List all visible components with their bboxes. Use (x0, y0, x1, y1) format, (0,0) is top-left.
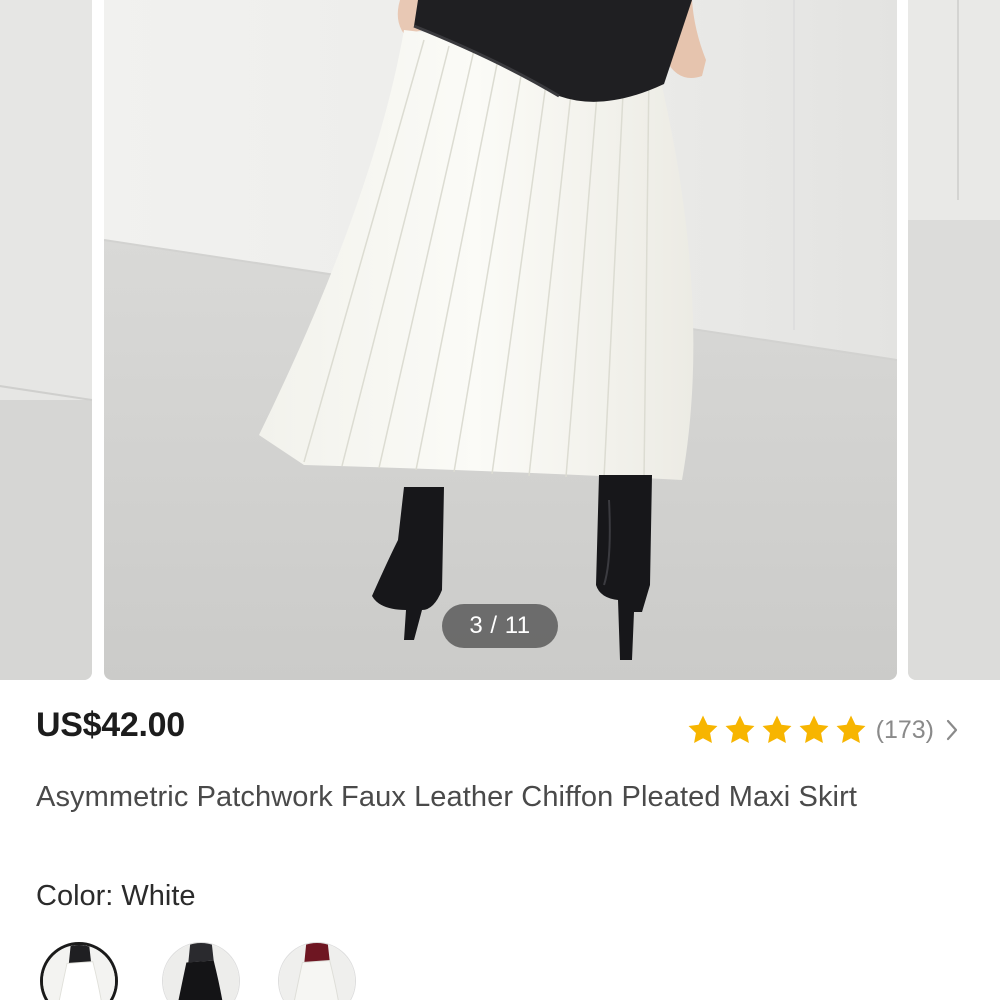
image-gallery[interactable]: 3 / 11 (0, 0, 1000, 682)
gallery-slide-current[interactable] (104, 0, 897, 680)
product-price: US$42.00 (36, 706, 185, 744)
star-icon (760, 713, 794, 747)
chevron-right-icon[interactable] (944, 718, 960, 742)
product-page: 3 / 11 US$42.00 (173) Asymmetric Patchwo… (0, 0, 1000, 1000)
gallery-slide-next[interactable] (908, 0, 1000, 680)
color-label: Color: White (36, 880, 196, 912)
star-icon (834, 713, 868, 747)
star-icon (723, 713, 757, 747)
color-swatch-burgundy[interactable] (278, 942, 356, 1000)
color-swatch-black[interactable] (162, 942, 240, 1000)
star-icon (686, 713, 720, 747)
star-icon (797, 713, 831, 747)
reviews-count[interactable]: (173) (876, 716, 934, 745)
gallery-slide-previous[interactable] (0, 0, 92, 680)
rating-summary[interactable]: (173) (686, 708, 960, 752)
product-title: Asymmetric Patchwork Faux Leather Chiffo… (36, 781, 858, 813)
image-counter: 3 / 11 (442, 604, 558, 648)
color-swatch-white[interactable] (40, 942, 118, 1000)
rating-stars (686, 713, 868, 747)
